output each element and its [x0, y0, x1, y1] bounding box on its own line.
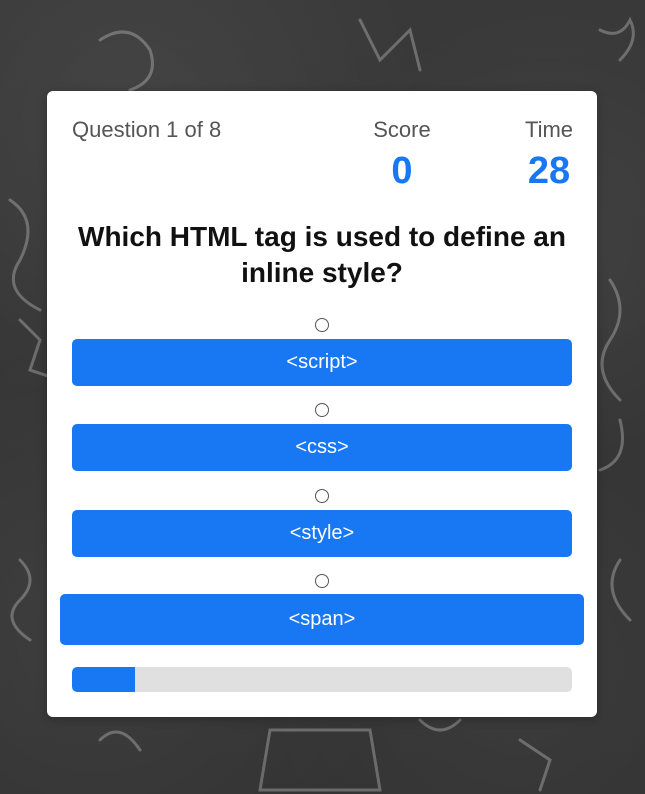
option-1-radio[interactable]: [315, 318, 329, 332]
option-4-button[interactable]: <span>: [60, 594, 584, 645]
question-text: Which HTML tag is used to define an inli…: [78, 221, 566, 288]
time-label: Time: [524, 117, 574, 142]
option-4-radio[interactable]: [315, 574, 329, 588]
option-2-radio[interactable]: [315, 403, 329, 417]
score-panel: Score 0: [340, 117, 464, 193]
time-value: 28: [527, 150, 571, 192]
quiz-card: Question 1 of 8 Score 0 Time 28 Which HT…: [47, 91, 597, 717]
option-1-button[interactable]: <script>: [72, 339, 572, 386]
score-label: Score: [373, 117, 431, 142]
score-value: 0: [391, 150, 413, 192]
quiz-header: Question 1 of 8 Score 0 Time 28: [72, 117, 573, 192]
progress-fill: [72, 667, 135, 692]
option-3-radio[interactable]: [315, 489, 329, 503]
progress-bar: [72, 667, 572, 692]
option-2-button[interactable]: <css>: [72, 424, 572, 471]
option-3-button[interactable]: <style>: [72, 510, 572, 557]
question-counter: Question 1 of 8: [72, 117, 222, 142]
time-panel: Time 28: [514, 117, 584, 193]
